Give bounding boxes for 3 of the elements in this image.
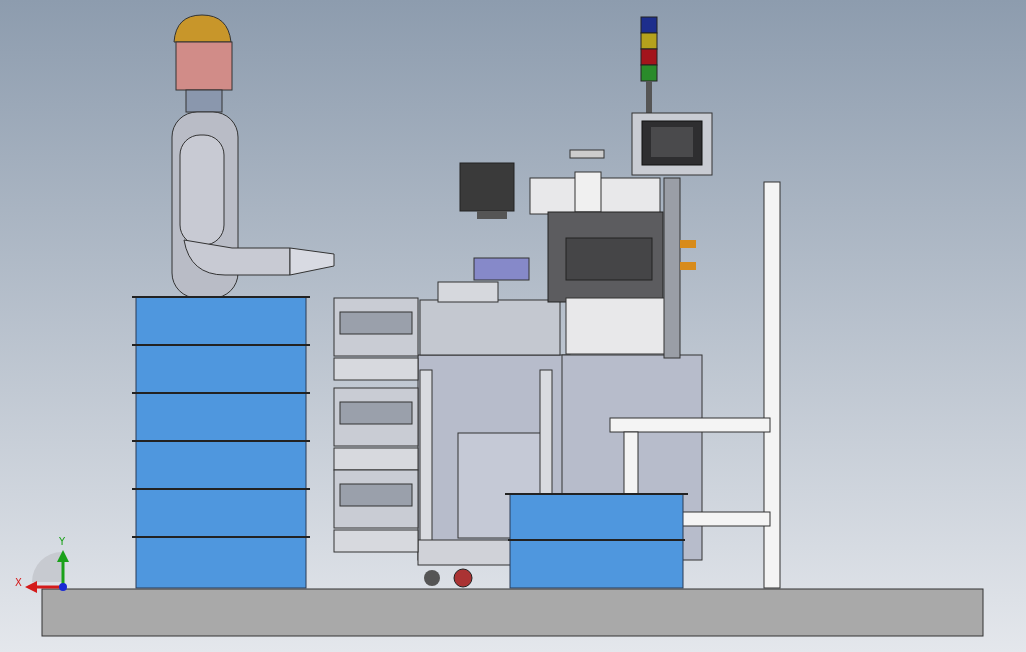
x-axis-label: X: [15, 577, 22, 588]
y-axis-label: Y: [59, 536, 66, 547]
axis-triad-drawing: [25, 550, 69, 593]
